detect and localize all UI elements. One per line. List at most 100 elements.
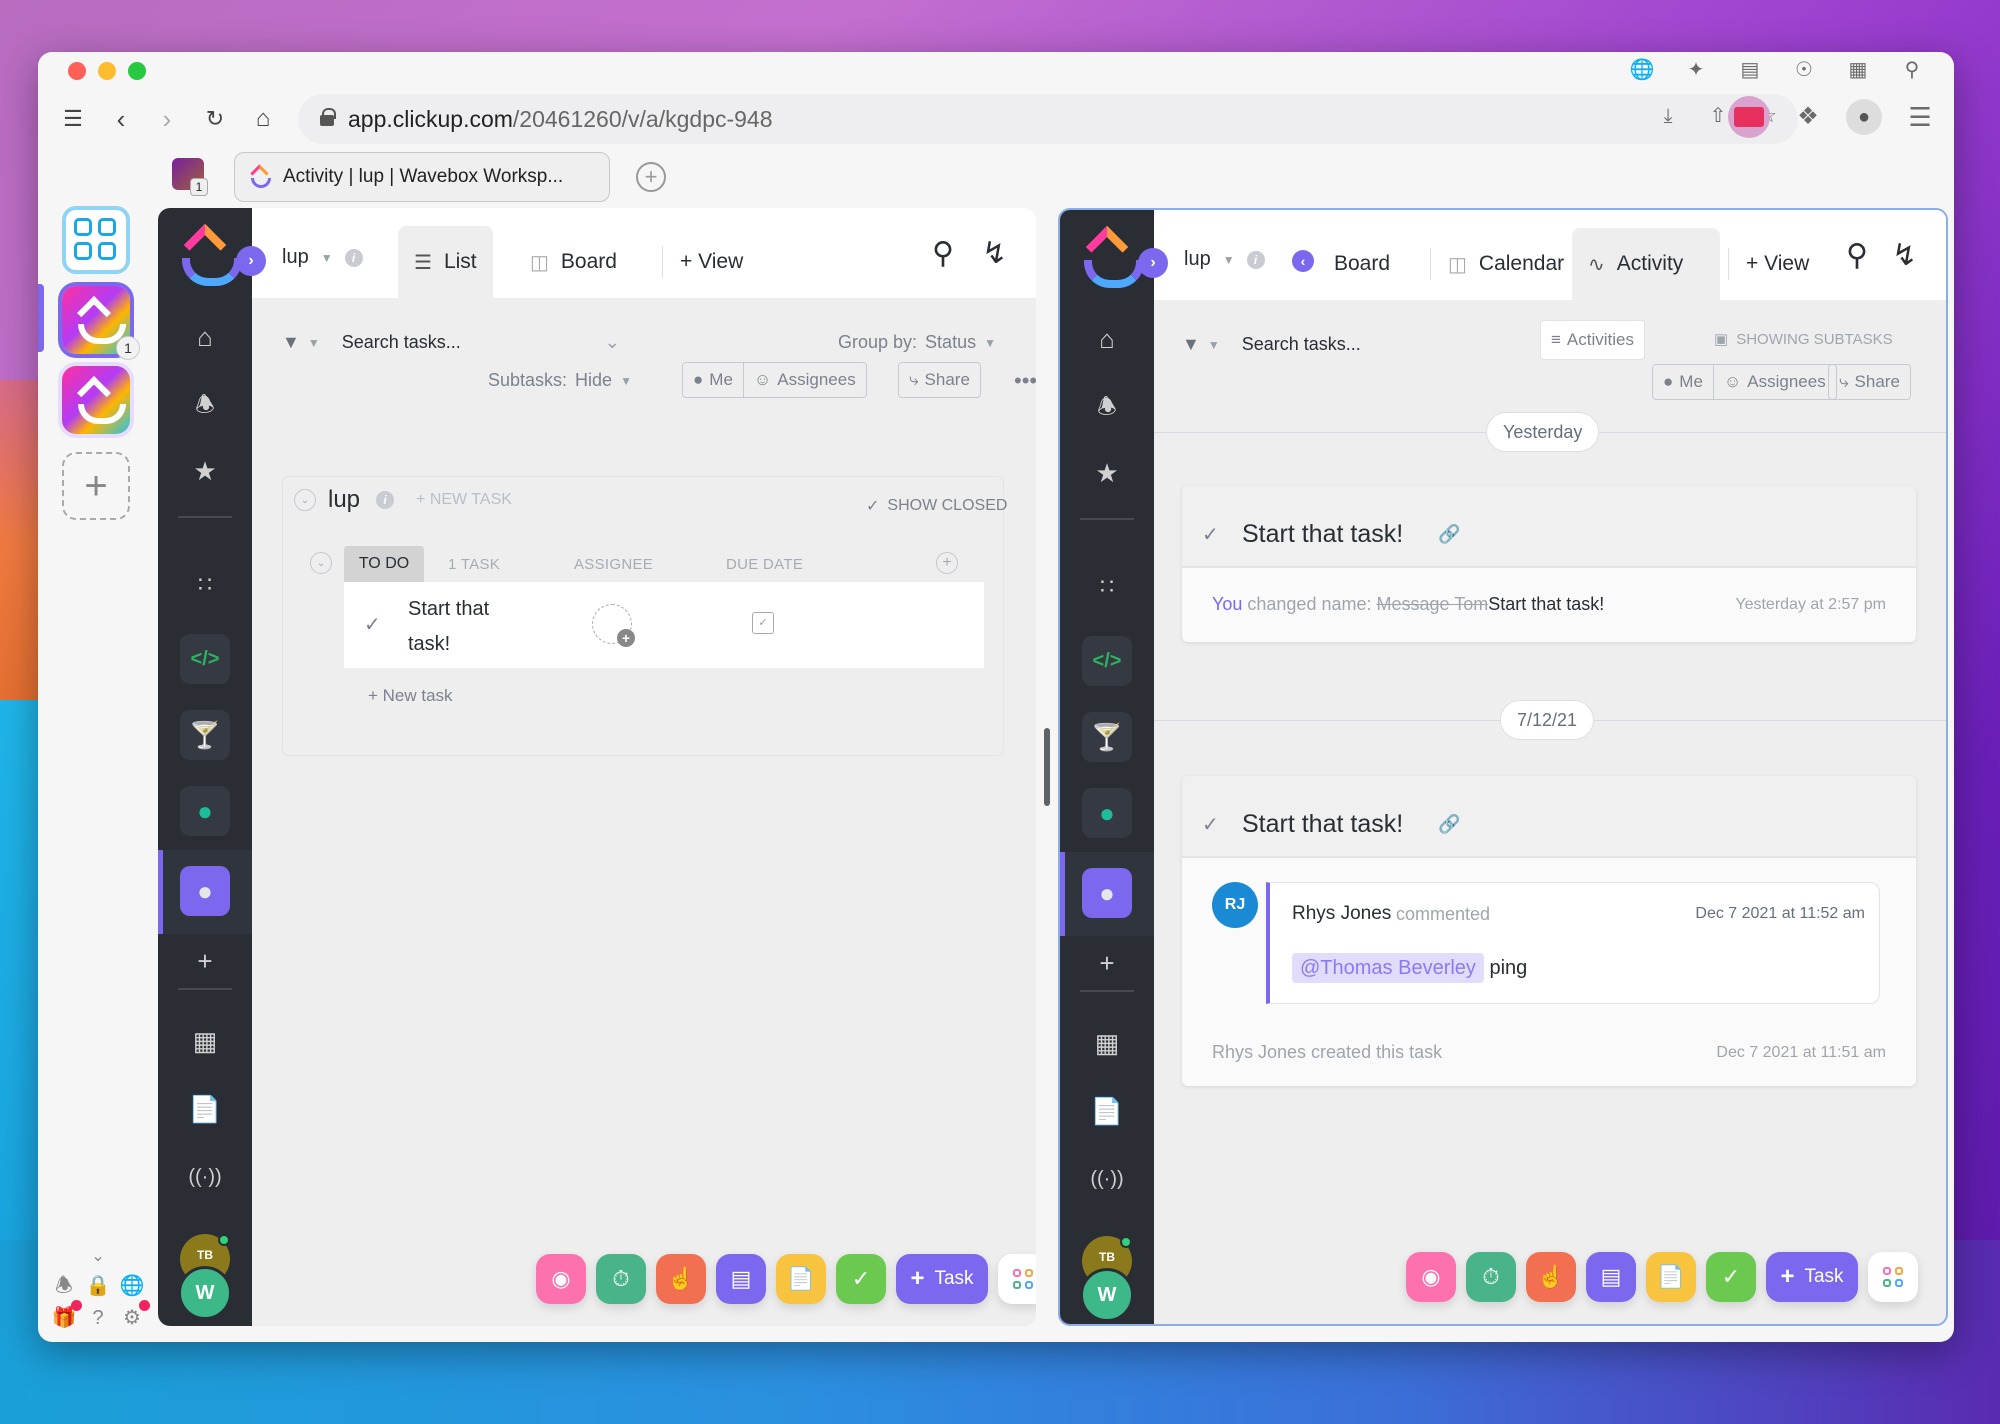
home-icon[interactable]: ⌂ <box>1082 314 1132 364</box>
me-button[interactable]: ● Me <box>1653 365 1713 399</box>
showing-subtasks-toggle[interactable]: ▣ SHOWING SUBTASKS <box>1714 330 1893 349</box>
spaces-icon[interactable]: ∷ <box>1082 562 1132 612</box>
cocktail-space-icon[interactable]: 🍸 <box>1082 712 1132 762</box>
maximize-window-button[interactable] <box>128 62 146 80</box>
workspace-icon[interactable]: 1 <box>172 158 208 196</box>
assignees-button[interactable]: ☺ Assignees <box>1712 365 1836 399</box>
docs-icon[interactable]: 📄 <box>1082 1086 1132 1136</box>
code-space-icon[interactable]: </> <box>1082 636 1132 686</box>
search-icon[interactable]: ⚲ <box>932 236 954 271</box>
clickup-app-icon[interactable] <box>62 366 130 434</box>
user-space-icon[interactable]: ● <box>180 866 230 916</box>
new-task-button[interactable]: + Task <box>1766 1252 1858 1302</box>
home-icon[interactable]: ⌂ <box>180 312 230 362</box>
column-header-due-date[interactable]: DUE DATE <box>726 556 803 573</box>
activity-card-header[interactable]: ✓ Start that task! 🔗 <box>1182 776 1916 858</box>
minimize-window-button[interactable] <box>98 62 116 80</box>
activity-task-title[interactable]: Start that task! <box>1242 810 1403 839</box>
search-input[interactable]: Search tasks... <box>1242 334 1361 355</box>
back-button[interactable]: ‹ <box>106 104 136 134</box>
tab-activity[interactable]: ∿ Activity <box>1572 228 1720 300</box>
task-name[interactable]: Start that task! <box>408 592 528 662</box>
reminder-icon[interactable]: ☝ <box>656 1254 706 1304</box>
gift-icon[interactable]: 🎁 <box>52 1300 82 1330</box>
globe-icon[interactable]: 🌐 <box>120 1274 145 1298</box>
collapse-group-icon[interactable]: ⌄ <box>310 552 332 574</box>
reader-list-icon[interactable]: ☰ <box>58 104 88 134</box>
forward-button[interactable]: › <box>152 104 182 134</box>
doc-icon[interactable]: 📄 <box>776 1254 826 1304</box>
workspace-avatar[interactable]: W <box>178 1266 232 1320</box>
new-task-button[interactable]: + NEW TASK <box>416 491 512 509</box>
me-button[interactable]: ● Me <box>683 363 743 397</box>
dashboard-app-icon[interactable] <box>62 206 130 274</box>
collapse-icon[interactable]: ⌄ <box>294 489 316 511</box>
star-icon[interactable]: ★ <box>180 446 230 496</box>
search-tasks[interactable]: ▼ ▼ Search tasks... <box>1182 334 1361 355</box>
more-options-icon[interactable]: ••• <box>1014 368 1036 394</box>
calendar-icon[interactable]: ✓ <box>1706 1252 1756 1302</box>
code-space-icon[interactable]: </> <box>180 634 230 684</box>
notepad-icon[interactable]: ▤ <box>1586 1252 1636 1302</box>
close-window-button[interactable] <box>68 62 86 80</box>
table-icon[interactable]: ▤ <box>1738 58 1762 82</box>
grid-icon[interactable]: ▦ <box>1846 58 1870 82</box>
pulse-icon[interactable]: ((·)) <box>1082 1154 1132 1204</box>
tab-board[interactable]: Board <box>1318 228 1406 300</box>
spaces-icon[interactable]: ∷ <box>180 560 230 610</box>
bell-icon[interactable]: 🕭 <box>52 1274 76 1298</box>
search-icon[interactable]: ⚲ <box>1900 58 1924 82</box>
avatar[interactable]: RJ <box>1212 882 1258 928</box>
split-resize-handle[interactable] <box>1044 728 1050 806</box>
menu-icon[interactable]: ☰ <box>1908 104 1932 130</box>
comment-author[interactable]: Rhys Jones <box>1292 903 1391 925</box>
docs-icon[interactable]: 📄 <box>180 1084 230 1134</box>
breadcrumb[interactable]: lup ▼ i <box>1184 248 1265 271</box>
lightbulb-space-icon[interactable]: ● <box>180 786 230 836</box>
add-app-button[interactable]: + <box>62 452 130 520</box>
magic-wand-icon[interactable]: ✦ <box>1684 58 1708 82</box>
caret-down-icon[interactable]: ▼ <box>1223 253 1235 267</box>
globe-icon[interactable]: 🌐 <box>1630 58 1655 82</box>
notepad-icon[interactable]: ▤ <box>716 1254 766 1304</box>
tab-board[interactable]: ◫ Board <box>514 226 633 298</box>
pulse-icon[interactable]: ((·)) <box>180 1152 230 1202</box>
clickup-logo[interactable] <box>180 226 242 286</box>
star-icon[interactable]: ★ <box>1082 448 1132 498</box>
reminder-icon[interactable]: ☝ <box>1526 1252 1576 1302</box>
expand-sidebar-button[interactable]: › <box>236 246 266 276</box>
breadcrumb[interactable]: lup ▼ i <box>282 246 363 269</box>
puzzle-icon[interactable]: ❖ <box>1796 105 1820 129</box>
help-icon[interactable]: ? <box>86 1306 110 1330</box>
scroll-tabs-left-button[interactable]: ‹ <box>1292 250 1314 272</box>
calendar-icon[interactable]: ✓ <box>836 1254 886 1304</box>
expand-sidebar-button[interactable]: › <box>1138 248 1168 278</box>
share-icon[interactable]: ⇧ <box>1706 104 1730 128</box>
subtasks-control[interactable]: Subtasks: Hide ▼ <box>488 370 632 391</box>
task-row[interactable]: ✓ Start that task! ✓ <box>344 582 984 668</box>
timer-icon[interactable]: ⏱ <box>596 1254 646 1304</box>
add-space-icon[interactable]: + <box>1082 938 1132 988</box>
filter-icon[interactable]: ▼ <box>282 332 300 353</box>
status-pill[interactable]: TO DO <box>344 546 424 582</box>
apps-icon[interactable] <box>998 1254 1036 1304</box>
assignees-button[interactable]: ☺ Assignees <box>742 363 866 397</box>
url-bar[interactable]: app.clickup.com/20461260/v/a/kgdpc-948 ⤓… <box>298 94 1798 144</box>
search-icon[interactable]: ⚲ <box>1846 238 1868 273</box>
add-column-icon[interactable]: + <box>936 552 958 574</box>
group-by-control[interactable]: Group by: Status ▼ <box>838 332 996 353</box>
filter-icon[interactable]: ▼ <box>1182 334 1200 355</box>
actor-name[interactable]: You <box>1212 594 1242 614</box>
share-button[interactable]: ⤷ Share <box>898 362 981 398</box>
column-header-assignee[interactable]: ASSIGNEE <box>574 556 653 573</box>
add-assignee-icon[interactable] <box>592 604 635 647</box>
info-icon[interactable]: i <box>344 248 363 267</box>
new-tab-button[interactable]: + <box>636 162 666 192</box>
bell-icon[interactable]: 🕭 <box>180 382 230 432</box>
lightning-icon[interactable]: ↯ <box>1892 238 1917 273</box>
timer-icon[interactable]: ⏱ <box>1466 1252 1516 1302</box>
doc-icon[interactable]: 📄 <box>1646 1252 1696 1302</box>
search-tasks[interactable]: ▼ ▼ Search tasks... ⌄ <box>282 332 620 353</box>
breadcrumb-list-name[interactable]: lup <box>1184 248 1211 271</box>
add-view-button[interactable]: + View <box>1730 228 1825 300</box>
